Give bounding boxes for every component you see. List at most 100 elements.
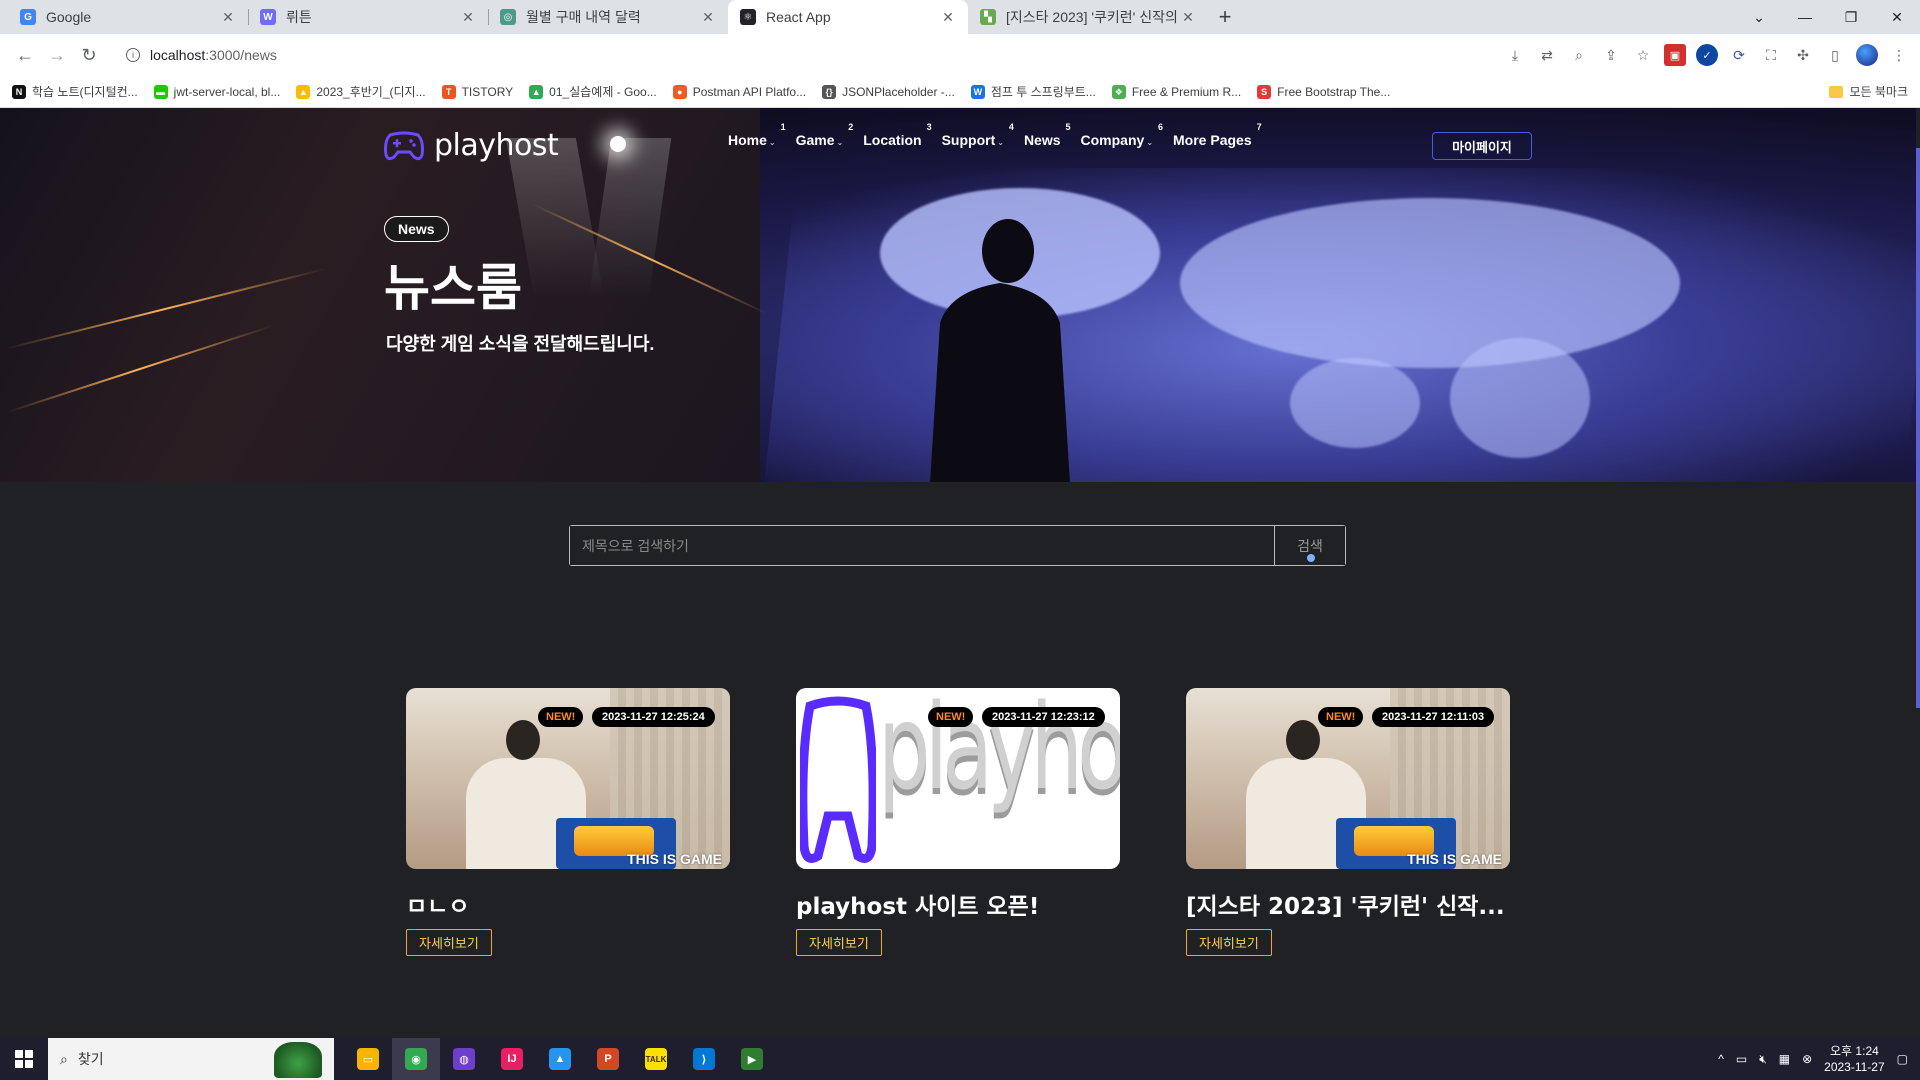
menu-item-more-pages[interactable]: More Pages 7 — [1163, 122, 1262, 148]
tab-title: Google — [46, 9, 92, 25]
news-card-title[interactable]: [지스타 2023] '쿠키런' 신작... — [1186, 887, 1510, 921]
extensions-puzzle-icon[interactable]: ✣ — [1792, 44, 1814, 66]
extension-check-icon[interactable]: ✓ — [1696, 44, 1718, 66]
bookmark-item[interactable]: N 학습 노트(디지털컨... — [12, 83, 138, 100]
taskbar-app-powerpoint[interactable]: P — [584, 1038, 632, 1080]
address-bar[interactable]: i localhost:3000/news — [114, 38, 1494, 72]
reload-button[interactable]: ↻ — [74, 40, 104, 70]
tab-close-icon[interactable]: ✕ — [1180, 9, 1196, 26]
news-thumbnail[interactable]: THIS IS GAME NEW! 2023-11-27 12:25:24 — [406, 688, 730, 869]
new-tab-button[interactable]: + — [1208, 0, 1242, 34]
page-viewport: playhost Home ⌄ 1 Game ⌄ 2 Location 3 Support ⌄ 4 N… — [0, 108, 1920, 1038]
menu-item-label: News — [1023, 132, 1061, 148]
date-badge: 2023-11-27 12:11:03 — [1372, 707, 1495, 727]
page-scrollbar[interactable] — [1916, 108, 1920, 1038]
site-logo[interactable]: playhost — [384, 128, 559, 163]
news-thumbnail[interactable]: playhostNEW!2023-11-27 12:23:12 — [796, 688, 1120, 869]
menu-item-number: 7 — [1256, 122, 1262, 132]
hero-badge: News — [384, 216, 449, 242]
man-silhouette — [930, 219, 1070, 482]
menu-item-label: Company — [1080, 132, 1145, 148]
bookmark-item[interactable]: ▲ 01_실습예제 - Goo... — [529, 83, 657, 100]
details-button[interactable]: 자세히보기 — [796, 929, 882, 956]
tab-close-icon[interactable]: ✕ — [940, 9, 956, 26]
news-thumbnail[interactable]: THIS IS GAME NEW! 2023-11-27 12:11:03 — [1186, 688, 1510, 869]
start-button[interactable] — [0, 1038, 48, 1080]
taskbar-app-intellij[interactable]: IJ — [488, 1038, 536, 1080]
menu-item-home[interactable]: Home ⌄ 1 — [718, 122, 786, 148]
bookmark-label: Free Bootstrap The... — [1277, 84, 1391, 99]
search-input[interactable] — [570, 526, 1275, 565]
install-icon[interactable]: ⤓ — [1504, 44, 1526, 66]
screenshot-icon[interactable]: ⛶ — [1760, 44, 1782, 66]
taskbar-app-vscode[interactable]: ⟩ — [680, 1038, 728, 1080]
bookmark-item[interactable]: ▬ jwt-server-local, bl... — [153, 83, 280, 100]
back-button[interactable]: ← — [10, 40, 40, 70]
taskbar-app-file-explorer[interactable]: ▭ — [344, 1038, 392, 1080]
all-bookmarks[interactable]: 모든 북마크 — [1829, 83, 1908, 100]
browser-tab[interactable]: ◎ 월별 구매 내역 달력 ✕ — [488, 0, 728, 34]
menu-item-location[interactable]: Location 3 — [853, 122, 931, 148]
restore-button[interactable]: ❐ — [1828, 0, 1874, 34]
hero-title: 뉴스룸 — [384, 260, 522, 316]
clock-date: 2023-11-27 — [1824, 1060, 1885, 1074]
taskbar-app-github-desktop[interactable]: ◍ — [440, 1038, 488, 1080]
bookmark-item[interactable]: S Free Bootstrap The... — [1257, 83, 1390, 100]
status-x-icon[interactable]: ⊗ — [1802, 1052, 1812, 1066]
chrome-menu-icon[interactable]: ⋮ — [1888, 44, 1910, 66]
bookmark-item[interactable]: ● Postman API Platfo... — [672, 83, 807, 100]
news-card-title[interactable]: playhost 사이트 오픈! — [796, 887, 1120, 921]
extension-sync-icon[interactable]: ⟳ — [1728, 44, 1750, 66]
forward-button[interactable]: → — [42, 40, 72, 70]
share-icon[interactable]: ⇪ — [1600, 44, 1622, 66]
bookmark-item[interactable]: T TISTORY — [441, 83, 513, 100]
close-window-button[interactable]: ✕ — [1874, 0, 1920, 34]
tab-close-icon[interactable]: ✕ — [460, 9, 476, 26]
taskbar-app-docker[interactable]: ▲ — [536, 1038, 584, 1080]
taskbar-app-chrome[interactable]: ◉ — [392, 1038, 440, 1080]
bookmark-item[interactable]: ❖ Free & Premium R... — [1111, 83, 1241, 100]
menu-item-company[interactable]: Company ⌄ 6 — [1071, 122, 1164, 148]
menu-item-support[interactable]: Support ⌄ 4 — [932, 122, 1014, 148]
bookmark-label: Postman API Platfo... — [692, 84, 807, 99]
bookmark-item[interactable]: ▲ 2023_후반기_(디지... — [296, 83, 426, 100]
minimize-button[interactable]: — — [1782, 0, 1828, 34]
site-info-icon[interactable]: i — [126, 48, 140, 62]
bookmark-item[interactable]: W 점프 투 스프링부트... — [970, 83, 1096, 100]
browser-tab[interactable]: ▚ [지스타 2023] '쿠키런' 신작의 투 ✕ — [968, 0, 1208, 34]
tab-search-icon[interactable]: ⌄ — [1736, 0, 1782, 34]
browser-tab[interactable]: W 뤼튼 ✕ — [248, 0, 488, 34]
scrollbar-thumb[interactable] — [1916, 148, 1920, 708]
profile-avatar[interactable] — [1856, 44, 1878, 66]
taskbar-app-media-player[interactable]: ▶ — [728, 1038, 776, 1080]
bookmark-item[interactable]: {} JSONPlaceholder -... — [822, 83, 955, 100]
menu-item-news[interactable]: News 5 — [1014, 122, 1071, 148]
mypage-button[interactable]: 마이페이지 — [1432, 132, 1532, 160]
news-card-title[interactable]: ㅁㄴㅇ — [406, 887, 730, 921]
news-card-list: THIS IS GAME NEW! 2023-11-27 12:25:24 ㅁㄴㅇ 자세… — [406, 688, 1510, 956]
search-button[interactable]: 검색 — [1275, 526, 1345, 565]
meet-now-icon[interactable]: ▭ — [1736, 1052, 1747, 1066]
notifications-icon[interactable]: ▢ — [1897, 1052, 1908, 1066]
zoom-icon[interactable]: ⌕ — [1568, 44, 1590, 66]
bookmark-star-icon[interactable]: ☆ — [1632, 44, 1654, 66]
clock[interactable]: 오후 1:24 2023-11-27 — [1824, 1043, 1885, 1075]
side-panel-icon[interactable]: ▯ — [1824, 44, 1846, 66]
details-button[interactable]: 자세히보기 — [1186, 929, 1272, 956]
taskbar-search[interactable]: ⌕ 찾기 — [48, 1038, 334, 1080]
tab-close-icon[interactable]: ✕ — [220, 9, 236, 26]
browser-tab[interactable]: G Google ✕ — [8, 0, 248, 34]
map-land — [1450, 338, 1590, 458]
menu-item-game[interactable]: Game ⌄ 2 — [786, 122, 854, 148]
details-button[interactable]: 자세히보기 — [406, 929, 492, 956]
taskbar-app-kakaotalk[interactable]: TALK — [632, 1038, 680, 1080]
extension-red-icon[interactable]: ▣ — [1664, 44, 1686, 66]
news-card: playhostNEW!2023-11-27 12:23:12 playhost … — [796, 688, 1120, 956]
translate-icon[interactable]: ⇄ — [1536, 44, 1558, 66]
browser-tab[interactable]: ⚛ React App ✕ — [728, 0, 968, 34]
tab-close-icon[interactable]: ✕ — [700, 9, 716, 26]
volume-muted-icon[interactable]: 🔇︎ — [1759, 1052, 1767, 1067]
tray-chevron-icon[interactable]: ^ — [1718, 1052, 1724, 1066]
network-icon[interactable]: ▦ — [1779, 1052, 1790, 1066]
new-badge: NEW! — [538, 707, 584, 727]
